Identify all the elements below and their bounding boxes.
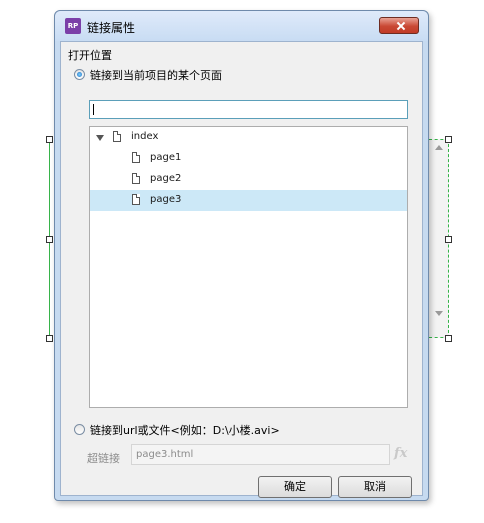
resize-handle[interactable] <box>445 335 452 342</box>
page-icon <box>132 194 140 205</box>
resize-handle[interactable] <box>445 136 452 143</box>
close-button[interactable] <box>379 17 419 34</box>
ok-button[interactable]: 确定 <box>258 476 332 498</box>
tree-item-label: page2 <box>150 173 182 184</box>
page-search-input[interactable] <box>89 100 408 119</box>
tree-item-page2[interactable]: page2 <box>90 169 407 190</box>
link-url-radio-label[interactable]: 链接到url或文件<例如：D:\小楼.avi> <box>90 422 280 438</box>
collapse-triangle-icon[interactable] <box>96 135 104 141</box>
resize-handle[interactable] <box>445 236 452 243</box>
title-bar[interactable]: RP 链接属性 <box>55 11 428 41</box>
resize-handle[interactable] <box>46 136 53 143</box>
page-icon <box>132 173 140 184</box>
resize-handle[interactable] <box>46 335 53 342</box>
dialog-body: 打开位置 链接到当前项目的某个页面 index page1 page2 page… <box>60 41 423 498</box>
page-icon <box>132 152 140 163</box>
app-logo-icon: RP <box>65 18 81 34</box>
link-properties-dialog: RP 链接属性 打开位置 链接到当前项目的某个页面 index page1 pa… <box>54 10 429 501</box>
hyperlink-input: page3.html <box>131 444 390 465</box>
link-page-radio-label[interactable]: 链接到当前项目的某个页面 <box>90 67 222 83</box>
page-tree[interactable]: index page1 page2 page3 <box>89 126 408 408</box>
link-url-radio[interactable] <box>74 424 85 435</box>
tree-item-page3[interactable]: page3 <box>90 190 407 211</box>
resize-handle[interactable] <box>46 236 53 243</box>
page-icon <box>113 131 121 142</box>
fx-icon: fx <box>394 446 408 461</box>
dialog-title: 链接属性 <box>87 21 136 35</box>
tree-item-label: index <box>131 131 159 142</box>
text-caret <box>93 104 94 115</box>
tree-item-label: page3 <box>150 194 182 205</box>
open-position-label: 打开位置 <box>68 49 112 62</box>
tree-item-label: page1 <box>150 152 182 163</box>
scroll-down-arrow-icon <box>435 311 443 316</box>
cancel-button[interactable]: 取消 <box>338 476 412 498</box>
link-page-radio[interactable] <box>74 69 85 80</box>
scroll-up-arrow-icon <box>435 145 443 150</box>
tree-item-index[interactable]: index <box>90 127 407 148</box>
hyperlink-label: 超链接 <box>87 452 120 465</box>
tree-item-page1[interactable]: page1 <box>90 148 407 169</box>
